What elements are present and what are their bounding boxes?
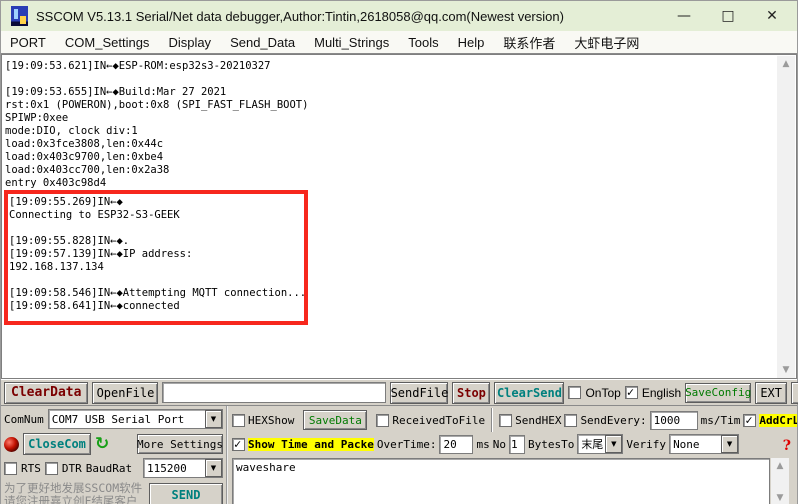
divider [491, 408, 493, 432]
add-crlf-label: AddCrLf [759, 414, 797, 427]
window-title: SSCOM V5.13.1 Serial/Net data debugger,A… [36, 9, 564, 24]
maximize-button[interactable]: □ [713, 4, 743, 28]
rts-checkbox[interactable] [4, 462, 17, 475]
menu-item-multi-strings[interactable]: Multi_Strings [314, 35, 389, 50]
scroll-down-icon[interactable]: ▼ [783, 362, 790, 378]
overtime-unit-label: ms [476, 438, 489, 451]
more-settings-button[interactable]: More Settings [137, 434, 223, 454]
send-text-input[interactable]: waveshare [232, 458, 770, 504]
send-interval-input[interactable] [650, 411, 698, 430]
terminal-output[interactable]: [19:09:53.621]IN←◆ESP-ROM:esp32s3-202103… [1, 54, 797, 379]
sscom-window: SSCOM V5.13.1 Serial/Net data debugger,A… [0, 0, 798, 504]
baud-rate-select[interactable]: 115200 ▼ [143, 458, 223, 478]
menu-item-help[interactable]: Help [458, 35, 485, 50]
dtr-label: DTR [62, 462, 82, 475]
show-time-checkbox[interactable] [232, 438, 245, 451]
send-file-button[interactable]: SendFile [390, 382, 448, 404]
app-icon [11, 6, 28, 26]
append-position-select[interactable]: 末尾 ▼ [577, 434, 623, 454]
control-panel: ClearData OpenFile SendFile Stop ClearSe… [1, 379, 797, 504]
com-status-led-icon [4, 437, 19, 452]
chevron-down-icon[interactable]: ▼ [205, 459, 222, 477]
promo-line2: 请您注册嘉立创F结尾客户 [4, 495, 142, 504]
com-port-value: COM7 USB Serial Port [49, 413, 205, 426]
minimize-button[interactable]: — [669, 4, 699, 28]
menu-item-send-data[interactable]: Send_Data [230, 35, 295, 50]
append-position-value: 末尾 [578, 436, 605, 452]
send-text-scrollbar[interactable]: ▲ ▼ [771, 458, 789, 504]
scroll-up-icon[interactable]: ▲ [783, 56, 790, 72]
clear-send-button[interactable]: ClearSend [494, 382, 564, 404]
on-top-label: OnTop [585, 386, 620, 400]
close-com-button[interactable]: CloseCom [23, 433, 91, 455]
help-question-icon[interactable]: ? [783, 438, 791, 454]
scroll-down-icon[interactable]: ▼ [777, 490, 784, 504]
overtime-label: OverTime: [377, 438, 437, 451]
save-config-button[interactable]: SaveConfig [685, 383, 751, 403]
terminal-log-connection: [19:09:55.269]IN←◆ Connecting to ESP32-S… [9, 196, 304, 313]
send-text-zone: waveshare ▲ ▼ [232, 458, 797, 504]
no-label: No [493, 438, 506, 451]
menu-item-contact-author[interactable]: 联系作者 [503, 33, 555, 52]
receive-options-row: HEXShow SaveData ReceivedToFile SendHEX … [232, 408, 797, 432]
bytes-to-label: BytesTo [528, 438, 574, 451]
menu-item-com-settings[interactable]: COM_Settings [65, 35, 150, 50]
com-port-select[interactable]: COM7 USB Serial Port ▼ [48, 409, 223, 429]
send-button[interactable]: SEND [149, 483, 223, 504]
verify-select[interactable]: None ▼ [669, 434, 739, 454]
on-top-checkbox[interactable] [568, 386, 581, 399]
menu-item-port[interactable]: PORT [10, 35, 46, 50]
chevron-down-icon[interactable]: ▼ [605, 435, 622, 453]
hex-show-label: HEXShow [248, 414, 294, 427]
verify-value: None [670, 438, 721, 451]
menu-bar: PORT COM_Settings Display Send_Data Mult… [1, 31, 797, 54]
menu-item-display[interactable]: Display [168, 35, 211, 50]
dtr-checkbox[interactable] [45, 462, 58, 475]
display-options-row: Show Time and Packe OverTime: ms No Byte… [232, 432, 797, 456]
overtime-input[interactable] [439, 435, 473, 454]
send-hex-label: SendHEX [515, 414, 561, 427]
english-label: English [642, 386, 681, 400]
title-bar: SSCOM V5.13.1 Serial/Net data debugger,A… [1, 1, 797, 31]
add-crlf-checkbox[interactable] [743, 414, 756, 427]
close-button[interactable]: ✕ [757, 4, 787, 28]
send-every-checkbox[interactable] [564, 414, 577, 427]
terminal-scrollbar[interactable]: ▲ ▼ [777, 56, 795, 378]
promo-text: 为了更好地发展SSCOM软件 请您注册嘉立创F结尾客户 [4, 482, 142, 504]
send-hex-checkbox[interactable] [499, 414, 512, 427]
highlight-annotation-box: [19:09:55.269]IN←◆ Connecting to ESP32-S… [4, 190, 308, 325]
save-data-button[interactable]: SaveData [303, 410, 367, 430]
show-time-label: Show Time and Packe [248, 438, 374, 451]
scroll-up-icon[interactable]: ▲ [777, 458, 784, 474]
clear-data-button[interactable]: ClearData [4, 382, 88, 404]
chevron-down-icon[interactable]: ▼ [205, 410, 222, 428]
send-every-label: SendEvery: [580, 414, 646, 427]
baud-rate-label: BaudRat [86, 462, 132, 475]
terminal-log-boot: [19:09:53.621]IN←◆ESP-ROM:esp32s3-202103… [2, 55, 796, 190]
command-input[interactable] [162, 382, 386, 403]
stop-button[interactable]: Stop [452, 382, 490, 404]
bytes-count-input[interactable] [509, 435, 525, 454]
received-to-file-checkbox[interactable] [376, 414, 389, 427]
ext-button[interactable]: EXT [755, 382, 787, 404]
port-settings-panel: ComNum COM7 USB Serial Port ▼ CloseCom ↻… [1, 406, 228, 504]
verify-label: Verify [626, 438, 666, 451]
toolbar-row: ClearData OpenFile SendFile Stop ClearSe… [1, 380, 797, 406]
open-file-button[interactable]: OpenFile [92, 382, 158, 404]
collapse-panel-button[interactable]: — [791, 382, 798, 404]
baud-rate-value: 115200 [144, 462, 205, 475]
english-checkbox[interactable] [625, 386, 638, 399]
com-num-label: ComNum [4, 413, 44, 426]
menu-item-daxia-site[interactable]: 大虾电子网 [574, 33, 639, 52]
chevron-down-icon[interactable]: ▼ [721, 435, 738, 453]
menu-item-tools[interactable]: Tools [408, 35, 438, 50]
rts-label: RTS [21, 462, 41, 475]
send-settings-panel: ? HEXShow SaveData ReceivedToFile SendHE… [228, 406, 797, 504]
received-to-file-label: ReceivedToFile [392, 414, 485, 427]
hex-show-checkbox[interactable] [232, 414, 245, 427]
refresh-ports-icon[interactable]: ↻ [95, 437, 109, 452]
interval-unit-label: ms/Tim [701, 414, 741, 427]
